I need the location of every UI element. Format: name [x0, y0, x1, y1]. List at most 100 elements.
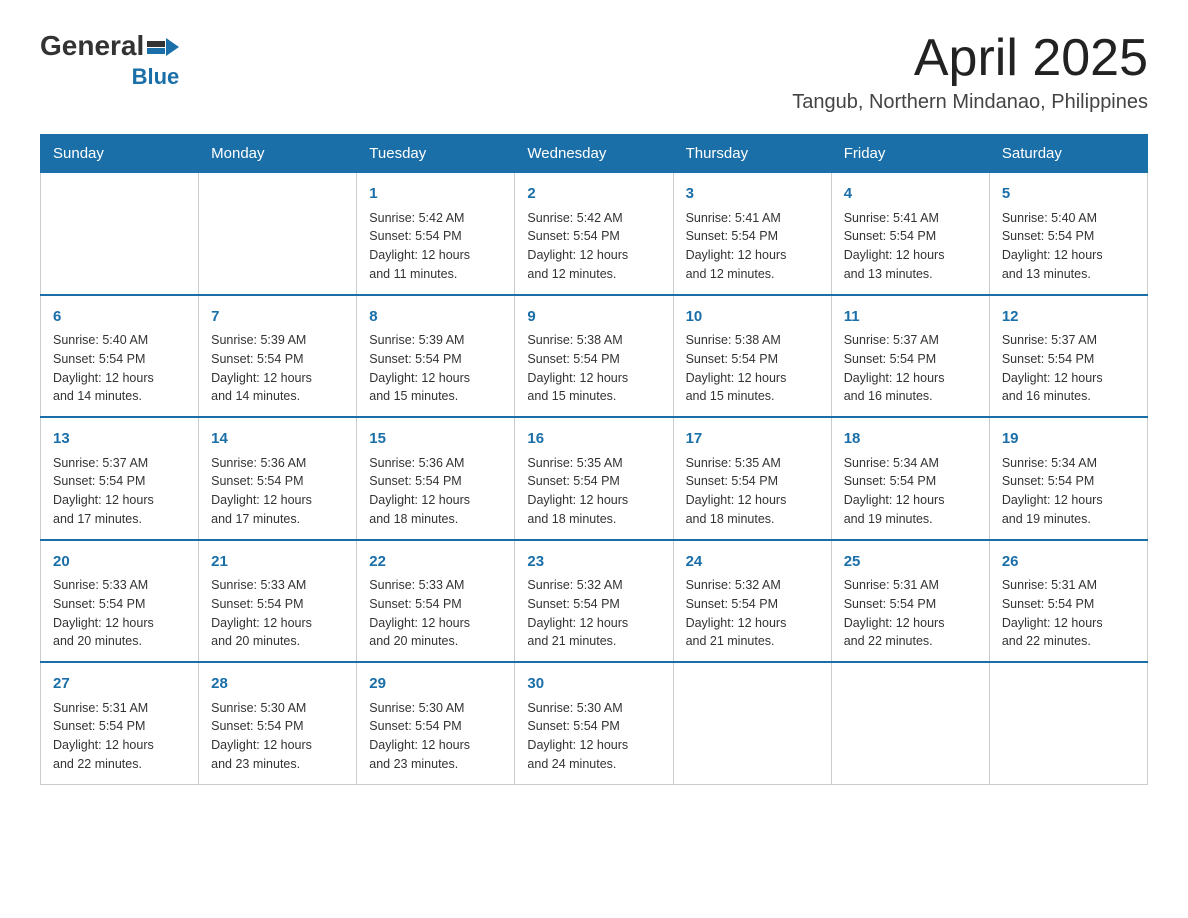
calendar-cell: 16 Sunrise: 5:35 AM Sunset: 5:54 PM Dayli… [515, 417, 673, 540]
day-number: 2 [527, 183, 660, 206]
calendar-cell: 6Sunrise: 5:40 AM Sunset: 5:54 PM Daylig… [41, 295, 199, 418]
calendar-cell: 9Sunrise: 5:38 AM Sunset: 5:54 PM Daylig… [515, 295, 673, 418]
calendar-cell: 10Sunrise: 5:38 AM Sunset: 5:54 PM Dayli… [673, 295, 831, 418]
day-number: 30 [527, 673, 660, 696]
calendar-cell: 15Sunrise: 5:36 AM Sunset: 5:54 PM Dayli… [357, 417, 515, 540]
day-number: 15 [369, 428, 502, 451]
day-info: Sunrise: 5:35 AM Sunset: 5:54 PM Dayligh… [527, 454, 660, 529]
day-info: Sunrise: 5:31 AM Sunset: 5:54 PM Dayligh… [844, 576, 977, 651]
day-info: Sunrise: 5:36 AM Sunset: 5:54 PM Dayligh… [211, 454, 344, 529]
day-info: Sunrise: 5:33 AM Sunset: 5:54 PM Dayligh… [53, 576, 186, 651]
calendar-cell: 25Sunrise: 5:31 AM Sunset: 5:54 PM Dayli… [831, 540, 989, 663]
day-info: Sunrise: 5:42 AM Sunset: 5:54 PM Dayligh… [527, 209, 660, 284]
day-number: 22 [369, 551, 502, 574]
calendar-cell: 23Sunrise: 5:32 AM Sunset: 5:54 PM Dayli… [515, 540, 673, 663]
day-number: 29 [369, 673, 502, 696]
calendar-cell: 17 Sunrise: 5:35 AM Sunset: 5:54 PM Dayli… [673, 417, 831, 540]
day-number: 28 [211, 673, 344, 696]
day-number: 7 [211, 306, 344, 329]
day-number: 4 [844, 183, 977, 206]
col-header-saturday: Saturday [989, 135, 1147, 173]
day-number: 27 [53, 673, 186, 696]
day-info: Sunrise: 5:30 AM Sunset: 5:54 PM Dayligh… [527, 699, 660, 774]
calendar-table: SundayMondayTuesdayWednesdayThursdayFrid… [40, 134, 1148, 785]
day-number: 16 [527, 428, 660, 451]
day-info: Sunrise: 5:30 AM Sunset: 5:54 PM Dayligh… [369, 699, 502, 774]
calendar-cell: 4Sunrise: 5:41 AM Sunset: 5:54 PM Daylig… [831, 173, 989, 295]
calendar-cell: 7Sunrise: 5:39 AM Sunset: 5:54 PM Daylig… [199, 295, 357, 418]
day-number: 17 [686, 428, 819, 451]
calendar-title-area: April 2025 Tangub, Northern Mindanao, Ph… [792, 30, 1148, 114]
calendar-cell: 24Sunrise: 5:32 AM Sunset: 5:54 PM Dayli… [673, 540, 831, 663]
calendar-cell: 13 Sunrise: 5:37 AM Sunset: 5:54 PM Dayli… [41, 417, 199, 540]
day-number: 13 [53, 428, 186, 451]
calendar-cell [673, 662, 831, 784]
calendar-cell: 2 Sunrise: 5:42 AM Sunset: 5:54 PM Daylig… [515, 173, 673, 295]
calendar-cell: 12Sunrise: 5:37 AM Sunset: 5:54 PM Dayli… [989, 295, 1147, 418]
day-number: 12 [1002, 306, 1135, 329]
day-number: 24 [686, 551, 819, 574]
calendar-week-row: 13 Sunrise: 5:37 AM Sunset: 5:54 PM Dayli… [41, 417, 1148, 540]
calendar-week-row: 1 Sunrise: 5:42 AM Sunset: 5:54 PM Daylig… [41, 173, 1148, 295]
day-info: Sunrise: 5:33 AM Sunset: 5:54 PM Dayligh… [211, 576, 344, 651]
day-number: 19 [1002, 428, 1135, 451]
calendar-cell: 22Sunrise: 5:33 AM Sunset: 5:54 PM Dayli… [357, 540, 515, 663]
month-title: April 2025 [792, 30, 1148, 87]
day-number: 10 [686, 306, 819, 329]
calendar-cell: 30 Sunrise: 5:30 AM Sunset: 5:54 PM Dayli… [515, 662, 673, 784]
calendar-week-row: 27 Sunrise: 5:31 AM Sunset: 5:54 PM Dayli… [41, 662, 1148, 784]
day-info: Sunrise: 5:37 AM Sunset: 5:54 PM Dayligh… [53, 454, 186, 529]
calendar-cell: 20Sunrise: 5:33 AM Sunset: 5:54 PM Dayli… [41, 540, 199, 663]
day-number: 23 [527, 551, 660, 574]
day-info: Sunrise: 5:40 AM Sunset: 5:54 PM Dayligh… [53, 331, 186, 406]
calendar-cell: 21Sunrise: 5:33 AM Sunset: 5:54 PM Dayli… [199, 540, 357, 663]
day-number: 25 [844, 551, 977, 574]
day-info: Sunrise: 5:31 AM Sunset: 5:54 PM Dayligh… [1002, 576, 1135, 651]
day-number: 9 [527, 306, 660, 329]
day-number: 21 [211, 551, 344, 574]
calendar-cell [831, 662, 989, 784]
day-number: 14 [211, 428, 344, 451]
calendar-cell: 18Sunrise: 5:34 AM Sunset: 5:54 PM Dayli… [831, 417, 989, 540]
day-info: Sunrise: 5:39 AM Sunset: 5:54 PM Dayligh… [211, 331, 344, 406]
day-number: 8 [369, 306, 502, 329]
logo-flag-icon [147, 41, 165, 54]
day-number: 5 [1002, 183, 1135, 206]
col-header-friday: Friday [831, 135, 989, 173]
calendar-cell [989, 662, 1147, 784]
logo-arrow-icon [166, 38, 179, 56]
day-info: Sunrise: 5:31 AM Sunset: 5:54 PM Dayligh… [53, 699, 186, 774]
calendar-cell: 26Sunrise: 5:31 AM Sunset: 5:54 PM Dayli… [989, 540, 1147, 663]
page-header: General Blue April 2025 Tangub, Northern… [40, 30, 1148, 114]
day-info: Sunrise: 5:34 AM Sunset: 5:54 PM Dayligh… [844, 454, 977, 529]
day-info: Sunrise: 5:34 AM Sunset: 5:54 PM Dayligh… [1002, 454, 1135, 529]
calendar-week-row: 20Sunrise: 5:33 AM Sunset: 5:54 PM Dayli… [41, 540, 1148, 663]
day-info: Sunrise: 5:42 AM Sunset: 5:54 PM Dayligh… [369, 209, 502, 284]
logo-blue-text: Blue [132, 64, 180, 90]
calendar-cell: 5 Sunrise: 5:40 AM Sunset: 5:54 PM Daylig… [989, 173, 1147, 295]
day-info: Sunrise: 5:32 AM Sunset: 5:54 PM Dayligh… [686, 576, 819, 651]
calendar-cell [41, 173, 199, 295]
col-header-wednesday: Wednesday [515, 135, 673, 173]
day-info: Sunrise: 5:35 AM Sunset: 5:54 PM Dayligh… [686, 454, 819, 529]
day-number: 20 [53, 551, 186, 574]
calendar-cell: 11Sunrise: 5:37 AM Sunset: 5:54 PM Dayli… [831, 295, 989, 418]
day-info: Sunrise: 5:39 AM Sunset: 5:54 PM Dayligh… [369, 331, 502, 406]
calendar-cell: 28 Sunrise: 5:30 AM Sunset: 5:54 PM Dayli… [199, 662, 357, 784]
day-number: 3 [686, 183, 819, 206]
calendar-week-row: 6Sunrise: 5:40 AM Sunset: 5:54 PM Daylig… [41, 295, 1148, 418]
calendar-cell: 3Sunrise: 5:41 AM Sunset: 5:54 PM Daylig… [673, 173, 831, 295]
day-info: Sunrise: 5:33 AM Sunset: 5:54 PM Dayligh… [369, 576, 502, 651]
day-info: Sunrise: 5:30 AM Sunset: 5:54 PM Dayligh… [211, 699, 344, 774]
day-number: 26 [1002, 551, 1135, 574]
day-info: Sunrise: 5:38 AM Sunset: 5:54 PM Dayligh… [686, 331, 819, 406]
day-info: Sunrise: 5:40 AM Sunset: 5:54 PM Dayligh… [1002, 209, 1135, 284]
day-number: 6 [53, 306, 186, 329]
day-info: Sunrise: 5:37 AM Sunset: 5:54 PM Dayligh… [1002, 331, 1135, 406]
calendar-header-row: SundayMondayTuesdayWednesdayThursdayFrid… [41, 135, 1148, 173]
col-header-monday: Monday [199, 135, 357, 173]
col-header-thursday: Thursday [673, 135, 831, 173]
calendar-cell [199, 173, 357, 295]
day-number: 1 [369, 183, 502, 206]
logo-general-text: General [40, 30, 144, 62]
